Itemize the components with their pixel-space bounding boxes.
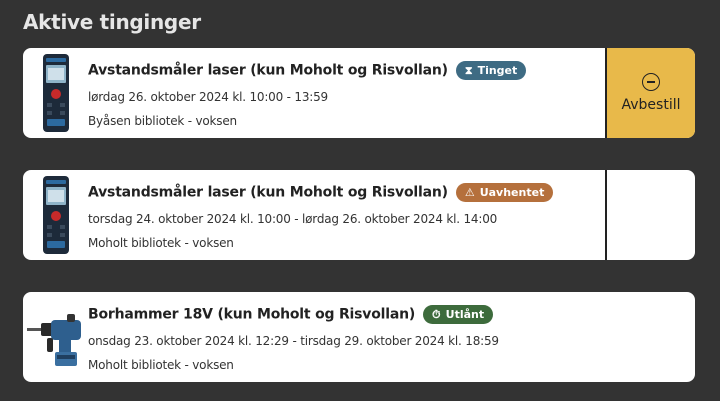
item-title[interactable]: Avstandsmåler laser (kun Moholt og Risvo… xyxy=(88,183,554,202)
cancel-button[interactable]: Avbestill xyxy=(605,48,695,138)
reservation-date: lørdag 26. oktober 2024 kl. 10:00 - 13:5… xyxy=(88,90,328,104)
status-badge: ⏱ Utlånt xyxy=(423,305,494,324)
laser-distance-meter-image xyxy=(43,54,69,132)
loan-card: Borhammer 18V (kun Moholt og Risvollan) ⏱… xyxy=(23,292,695,382)
pickup-location: Byåsen bibliotek - voksen xyxy=(88,114,237,128)
rotary-hammer-drill-image xyxy=(27,314,81,366)
reservation-date: torsdag 24. oktober 2024 kl. 10:00 - lør… xyxy=(88,212,498,226)
minus-circle-icon xyxy=(642,73,660,91)
page-title: Aktive tinginger xyxy=(23,10,201,34)
warning-icon: ⚠ xyxy=(464,186,475,199)
status-badge: ⚠ Uavhentet xyxy=(455,183,554,202)
status-badge: ⧗ Tinget xyxy=(455,61,527,80)
pickup-location: Moholt bibliotek - voksen xyxy=(88,358,234,372)
item-title[interactable]: Borhammer 18V (kun Moholt og Risvollan) ⏱… xyxy=(88,305,494,324)
reservation-card: Avstandsmåler laser (kun Moholt og Risvo… xyxy=(23,170,695,260)
empty-action-area xyxy=(605,170,695,260)
item-title[interactable]: Avstandsmåler laser (kun Moholt og Risvo… xyxy=(88,61,527,80)
laser-distance-meter-image xyxy=(43,176,69,254)
pickup-location: Moholt bibliotek - voksen xyxy=(88,236,234,250)
loan-period: onsdag 23. oktober 2024 kl. 12:29 - tirs… xyxy=(88,334,499,348)
cancel-label: Avbestill xyxy=(621,97,681,113)
hourglass-icon: ⧗ xyxy=(464,64,473,77)
stopwatch-icon: ⏱ xyxy=(432,308,441,321)
reservation-card: Avstandsmåler laser (kun Moholt og Risvo… xyxy=(23,48,695,138)
